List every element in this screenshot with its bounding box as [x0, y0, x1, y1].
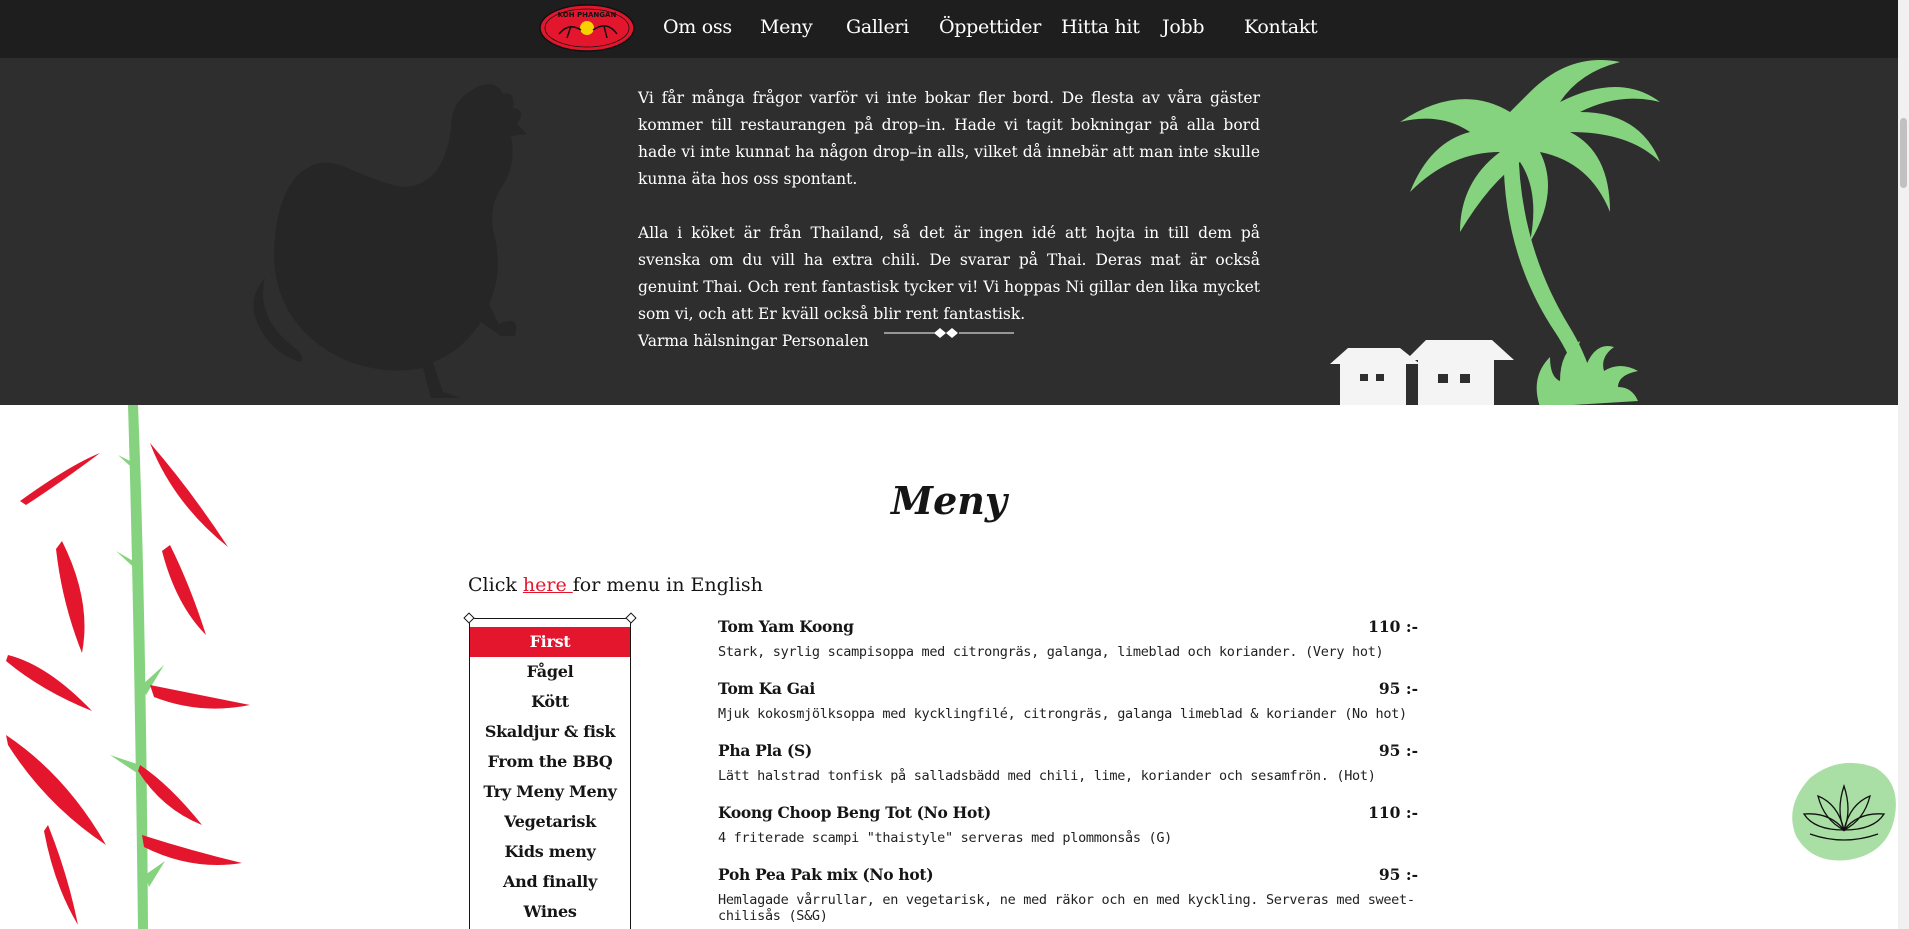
dish-description: Mjuk kokosmjölksoppa med kycklingfilé, c…	[718, 706, 1407, 722]
english-suffix: for menu in English	[572, 574, 763, 596]
menu-title: Meny	[891, 478, 1007, 523]
nav-om-oss[interactable]: Om oss	[663, 16, 732, 38]
dish-price: 95 :-	[1378, 865, 1418, 884]
english-prefix: Click	[468, 574, 523, 596]
dish-description: Lätt halstrad tonfisk på salladsbädd med…	[718, 768, 1376, 784]
huts-illustration	[1330, 340, 1514, 405]
dish-name: Poh Pea Pak mix (No hot)	[718, 865, 934, 884]
dish-description: Stark, syrlig scampisoppa med citrongräs…	[718, 644, 1384, 660]
english-menu-note: Click here for menu in English	[468, 574, 763, 596]
menu-item: Tom Ka Gai 95 :- Mjuk kokosmjölksoppa me…	[718, 679, 1418, 722]
nav-hitta-hit[interactable]: Hitta hit	[1061, 16, 1140, 38]
category-try-meny-meny[interactable]: Try Meny Meny	[470, 777, 630, 807]
dish-name: Pha Pla (S)	[718, 741, 812, 760]
about-section: Vi får många frågor varför vi inte bokar…	[0, 58, 1898, 405]
menu-item: Koong Choop Beng Tot (No Hot) 110 :- 4 f…	[718, 803, 1418, 846]
category-kids-meny[interactable]: Kids meny	[470, 837, 630, 867]
restaurant-logo[interactable]: KOH PHANGAN	[539, 4, 635, 52]
rooster-illustration	[253, 84, 527, 399]
nav-galleri[interactable]: Galleri	[846, 16, 909, 38]
scrollbar-thumb[interactable]	[1900, 118, 1907, 188]
nav-meny[interactable]: Meny	[760, 16, 813, 38]
logo-text: KOH PHANGAN	[558, 11, 617, 19]
english-menu-link[interactable]: here	[523, 574, 573, 596]
category-wines[interactable]: Wines	[470, 897, 630, 927]
about-paragraph-1: Vi får många frågor varför vi inte bokar…	[638, 89, 1260, 188]
dish-price: 110 :-	[1368, 803, 1418, 822]
about-text: Vi får många frågor varför vi inte bokar…	[638, 85, 1260, 355]
category-and-finally[interactable]: And finally	[470, 867, 630, 897]
dish-name: Tom Yam Koong	[718, 617, 854, 636]
dish-price: 110 :-	[1368, 617, 1418, 636]
corner-diamond-right	[625, 612, 637, 624]
page-scrollbar[interactable]	[1898, 0, 1909, 929]
category-skaldjur-fisk[interactable]: Skaldjur & fisk	[470, 717, 630, 747]
category-from-the-bbq[interactable]: From the BBQ	[470, 747, 630, 777]
corner-diamond-left	[463, 612, 475, 624]
dish-name: Tom Ka Gai	[718, 679, 815, 698]
dish-price: 95 :-	[1378, 741, 1418, 760]
category-fagel[interactable]: Fågel	[470, 657, 630, 687]
category-sidebar: First Fågel Kött Skaldjur & fisk From th…	[463, 612, 637, 929]
menu-item: Pha Pla (S) 95 :- Lätt halstrad tonfisk …	[718, 741, 1418, 784]
category-kott[interactable]: Kött	[470, 687, 630, 717]
dish-price: 95 :-	[1378, 679, 1418, 698]
dish-description: Hemlagade vårrullar, en vegetarisk, ne m…	[718, 892, 1415, 924]
page-viewport: KOH PHANGAN Om oss Meny Galleri Öppettid…	[0, 0, 1898, 929]
nav-jobb[interactable]: Jobb	[1162, 16, 1204, 38]
dish-name: Koong Choop Beng Tot (No Hot)	[718, 803, 991, 822]
menu-item: Poh Pea Pak mix (No hot) 95 :- Hemlagade…	[718, 865, 1418, 924]
category-first[interactable]: First	[470, 627, 630, 657]
category-vegetarisk[interactable]: Vegetarisk	[470, 807, 630, 837]
top-navbar: KOH PHANGAN Om oss Meny Galleri Öppettid…	[0, 0, 1898, 58]
dish-description: 4 friterade scampi "thaistyle" serveras …	[718, 830, 1173, 846]
nav-kontakt[interactable]: Kontakt	[1244, 16, 1318, 38]
menu-item: Tom Yam Koong 110 :- Stark, syrlig scamp…	[718, 617, 1418, 660]
nav-oppettider[interactable]: Öppettider	[939, 16, 1041, 38]
lotus-flower-icon	[1792, 762, 1896, 861]
about-paragraph-2: Alla i köket är från Thailand, så det är…	[638, 224, 1260, 323]
divider-ornament	[884, 328, 1014, 338]
